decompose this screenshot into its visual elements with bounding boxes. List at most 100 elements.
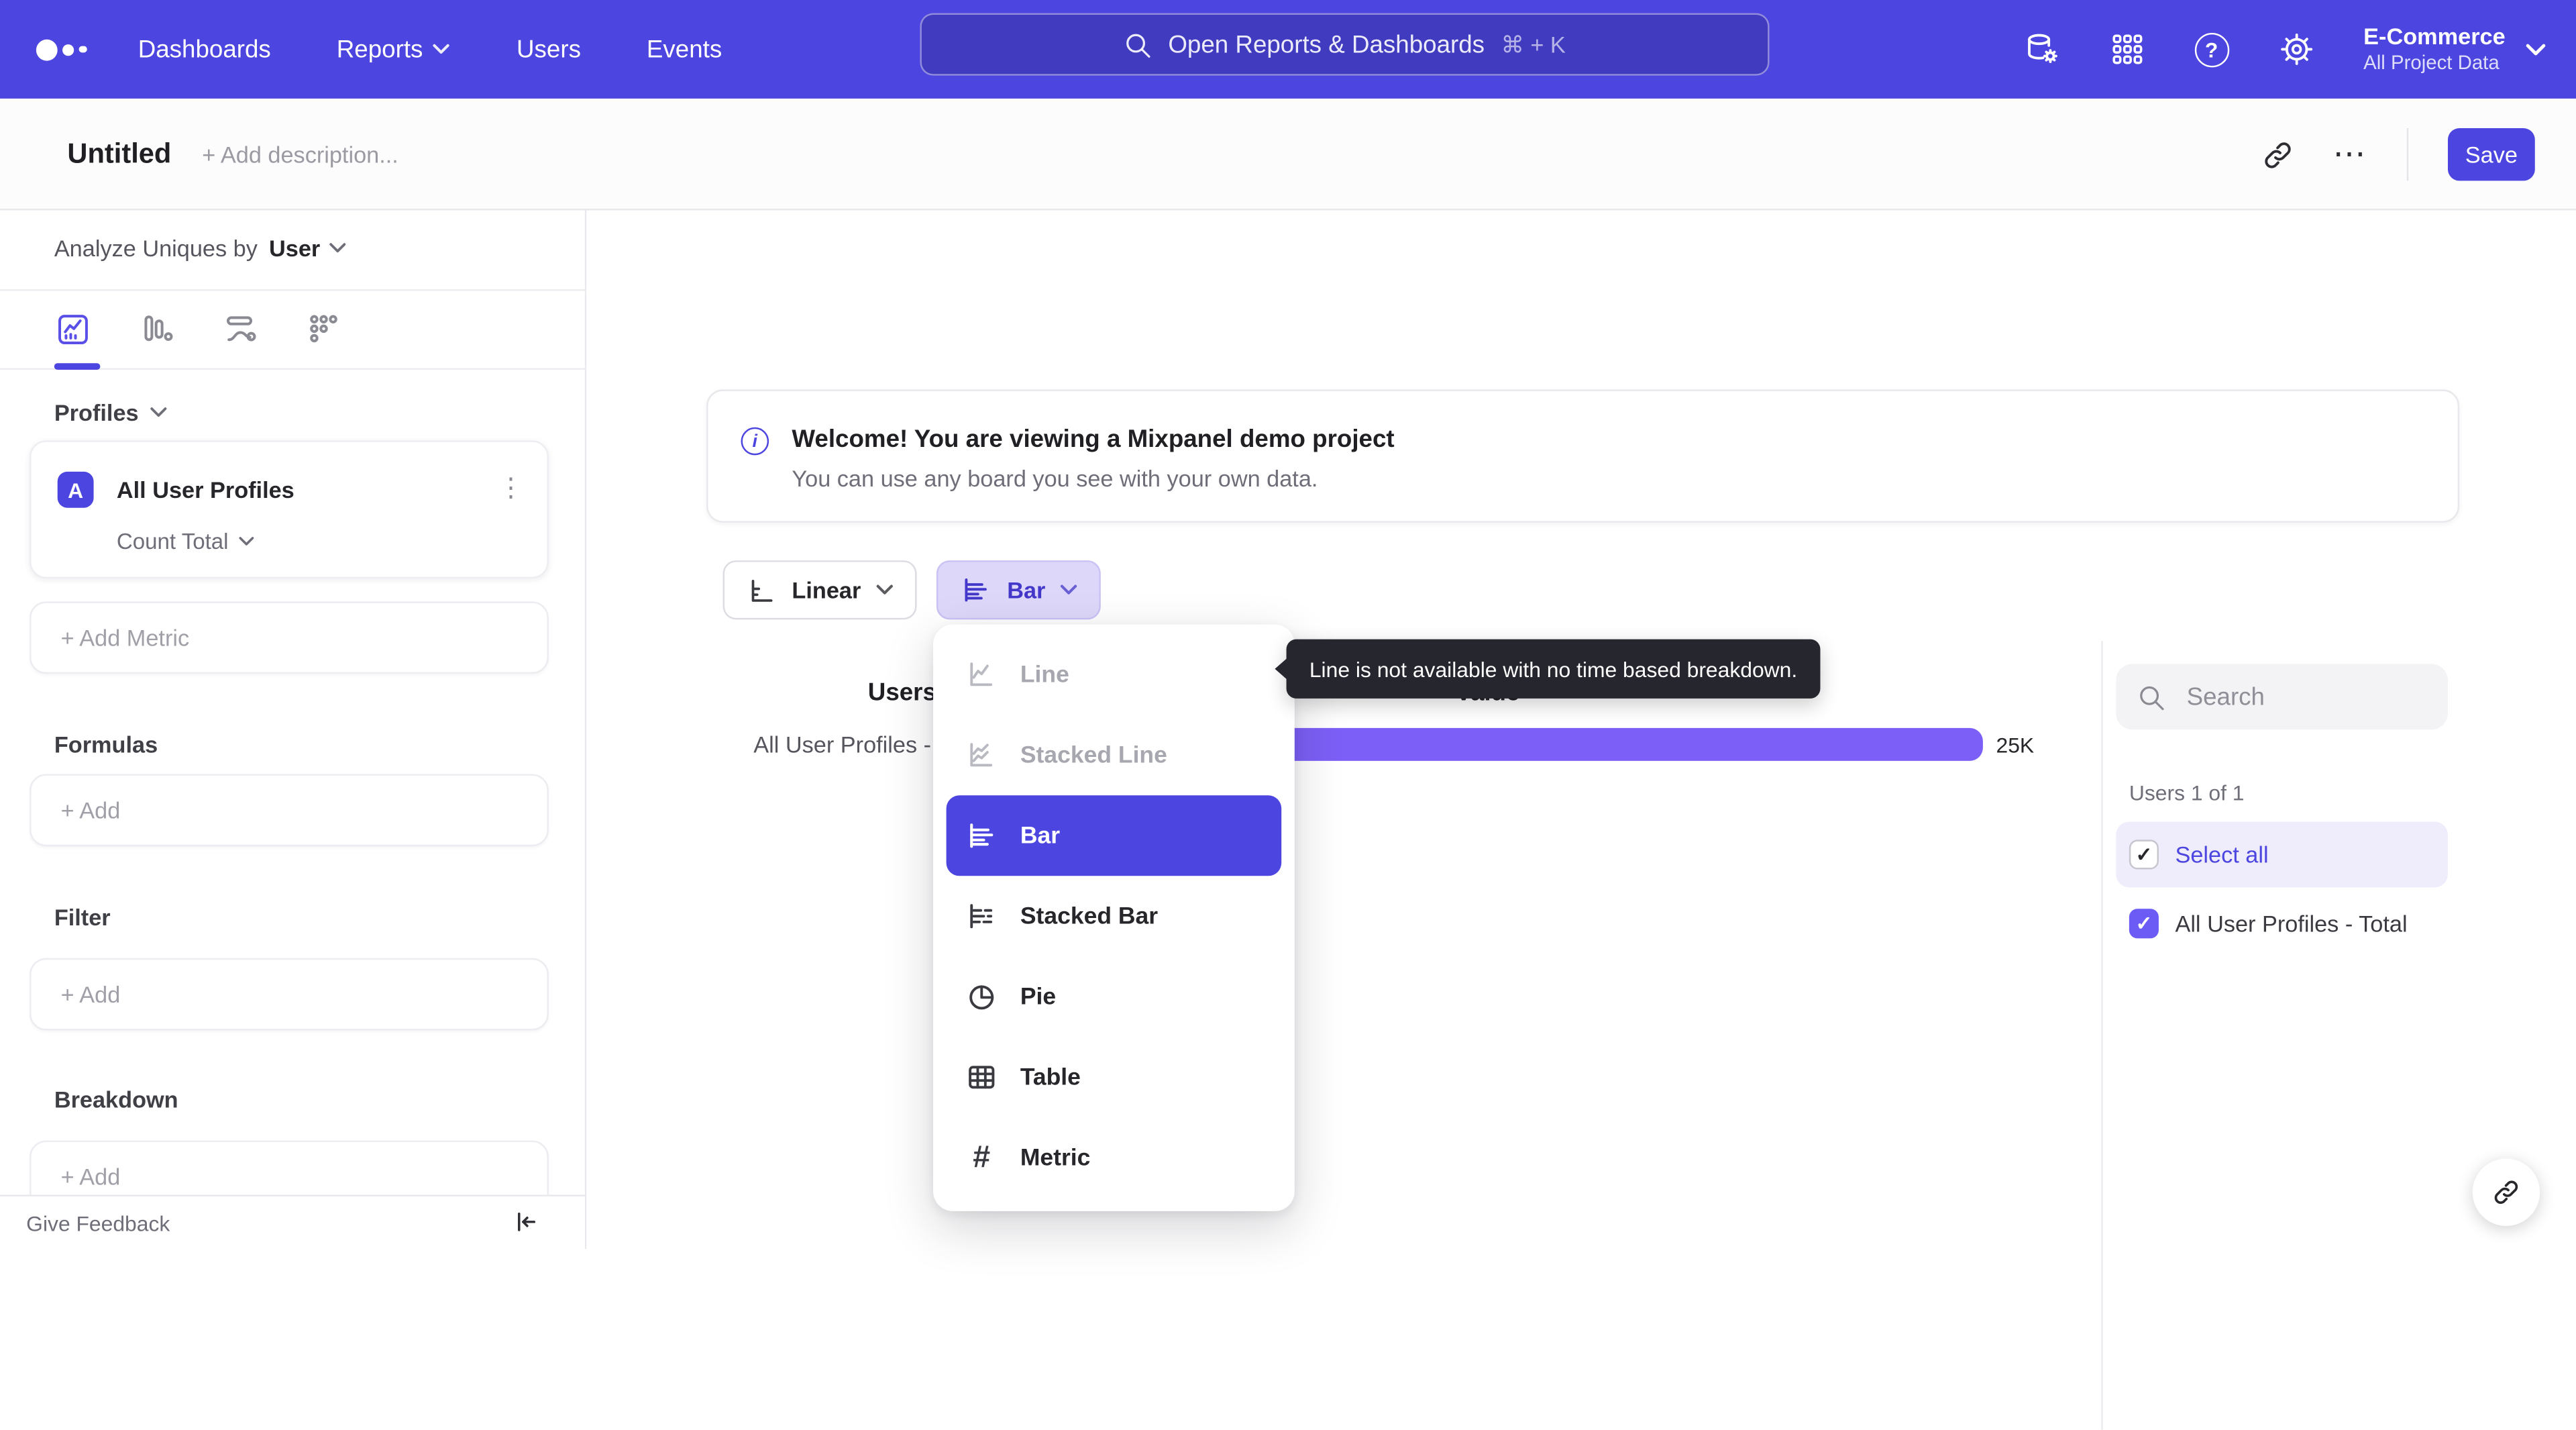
filter-heading-label: Filter (54, 903, 111, 931)
menu-item-pie-label: Pie (1020, 983, 1057, 1010)
add-formula-label: + Add (60, 797, 121, 823)
query-builder-sidebar: Analyze Uniques by User Profiles A All U… (0, 210, 587, 1249)
help-icon[interactable]: ? (2194, 32, 2229, 67)
add-metric-label: + Add Metric (60, 624, 190, 651)
project-switcher[interactable]: E-Commerce All Project Data (2363, 23, 2546, 75)
top-navigation: Dashboards Reports Users Events Open Rep… (0, 0, 2576, 99)
chart-type-label: Bar (1007, 576, 1046, 603)
chevron-down-icon (2526, 43, 2546, 55)
bar-chart-icon (970, 823, 994, 848)
tab-insights-icon[interactable] (54, 311, 92, 348)
add-formula-button[interactable]: + Add (30, 774, 549, 847)
report-header: Untitled + Add description... ⋯ Save (0, 98, 2576, 211)
menu-item-bar[interactable]: Bar (946, 795, 1282, 876)
stacked-bar-chart-icon (970, 904, 993, 929)
primary-nav: Dashboards Reports Users Events (138, 0, 722, 99)
copy-link-icon[interactable] (2262, 139, 2294, 170)
series-row[interactable]: ✓ All User Profiles - Total (2116, 890, 2448, 956)
chevron-down-icon (151, 407, 168, 417)
menu-item-table-label: Table (1020, 1064, 1081, 1090)
apps-grid-icon[interactable] (2109, 32, 2145, 68)
select-all-row[interactable]: ✓ Select all (2116, 821, 2448, 888)
more-actions-icon[interactable]: ⋯ (2333, 138, 2367, 171)
report-actions: ⋯ Save (2262, 99, 2535, 211)
pie-chart-icon (969, 985, 994, 1010)
nav-reports-label: Reports (336, 35, 423, 64)
project-info: E-Commerce All Project Data (2363, 23, 2506, 75)
analyze-label: Analyze Uniques by (54, 235, 258, 262)
chart-type-dropdown[interactable]: Bar (936, 560, 1102, 620)
menu-item-table[interactable]: Table (933, 1037, 1295, 1117)
report-canvas: i Welcome! You are viewing a Mixpanel de… (586, 210, 2576, 1430)
search-icon (2140, 685, 2164, 710)
project-scope: All Project Data (2363, 50, 2500, 74)
metric-hash-icon: # (973, 1140, 991, 1176)
add-description[interactable]: + Add description... (202, 142, 398, 168)
menu-item-line: Line (933, 634, 1295, 715)
add-filter-button[interactable]: + Add (30, 958, 549, 1031)
profiles-section-heading[interactable]: Profiles (54, 399, 168, 425)
series-search[interactable] (2116, 664, 2448, 730)
nav-users[interactable]: Users (517, 36, 581, 64)
analyze-entity-value: User (269, 235, 321, 262)
select-all-checkbox[interactable]: ✓ (2129, 839, 2159, 870)
metric-aggregation-dropdown[interactable]: Count Total (117, 529, 255, 554)
formulas-heading-label: Formulas (54, 731, 158, 758)
menu-item-pie[interactable]: Pie (933, 956, 1295, 1037)
nav-events[interactable]: Events (647, 36, 722, 64)
save-button[interactable]: Save (2447, 128, 2535, 181)
chevron-down-icon (876, 584, 893, 595)
tab-retention-icon[interactable] (306, 311, 343, 348)
formulas-section-heading: Formulas (54, 731, 158, 758)
menu-item-metric[interactable]: # Metric (933, 1117, 1295, 1198)
tooltip-text: Line is not available with no time based… (1309, 656, 1798, 682)
chevron-down-icon (329, 243, 346, 253)
scale-dropdown[interactable]: Linear (722, 560, 917, 620)
add-filter-label: + Add (60, 981, 121, 1008)
info-icon: i (741, 427, 769, 456)
table-icon (969, 1066, 995, 1089)
give-feedback-link[interactable]: Give Feedback (26, 1211, 170, 1236)
chart-bar-value: 25K (1996, 733, 2035, 758)
menu-item-metric-label: Metric (1020, 1144, 1091, 1171)
profiles-heading-label: Profiles (54, 399, 139, 426)
metric-kebab-icon[interactable]: ⋮ (498, 472, 524, 505)
menu-item-stacked-bar[interactable]: Stacked Bar (933, 876, 1295, 956)
data-management-icon[interactable] (2023, 32, 2059, 68)
nav-dashboards[interactable]: Dashboards (138, 36, 271, 64)
project-name: E-Commerce (2363, 23, 2506, 50)
metric-aggregation-value: Count Total (116, 529, 229, 554)
select-all-label: Select all (2175, 841, 2269, 868)
stacked-line-chart-icon (970, 743, 993, 767)
nav-events-label: Events (646, 35, 722, 64)
tab-flows-icon[interactable] (222, 311, 260, 348)
menu-item-stacked-line-label: Stacked Line (1020, 742, 1167, 768)
nav-users-label: Users (517, 35, 581, 64)
menu-item-stacked-line: Stacked Line (933, 715, 1295, 795)
metric-name[interactable]: All User Profiles (117, 476, 294, 503)
series-search-input[interactable] (2183, 681, 2420, 713)
tab-funnels-icon[interactable] (138, 311, 176, 348)
menu-item-bar-label: Bar (1020, 822, 1061, 849)
chevron-down-icon (433, 44, 450, 54)
collapse-sidebar-icon[interactable] (511, 1208, 539, 1236)
add-metric-button[interactable]: + Add Metric (30, 601, 549, 674)
global-search[interactable]: Open Reports & Dashboards ⌘ + K (920, 13, 1770, 76)
sidebar-footer: Give Feedback (0, 1194, 585, 1249)
mixpanel-app: Dashboards Reports Users Events Open Rep… (0, 0, 2576, 1430)
nav-reports[interactable]: Reports (336, 35, 451, 64)
global-search-shortcut: ⌘ + K (1501, 30, 1566, 57)
settings-gear-icon[interactable] (2278, 32, 2314, 68)
filter-section-heading: Filter (54, 904, 111, 930)
metric-card[interactable]: A All User Profiles ⋮ Count Total (30, 440, 549, 579)
chevron-down-icon (1061, 584, 1078, 595)
chart-type-menu: Line Stacked Line Bar Stacked Bar Pie Ta… (933, 624, 1295, 1211)
series-label: All User Profiles - Total (2175, 910, 2408, 937)
series-checkbox[interactable]: ✓ (2129, 909, 2159, 939)
copy-url-button[interactable] (2472, 1158, 2540, 1226)
analyze-entity-dropdown[interactable]: User (269, 235, 346, 261)
report-title[interactable]: Untitled (67, 138, 171, 171)
mixpanel-logo-icon[interactable] (36, 0, 87, 99)
copy-link-icon (2494, 1180, 2518, 1204)
disabled-option-tooltip: Line is not available with no time based… (1275, 639, 1821, 699)
